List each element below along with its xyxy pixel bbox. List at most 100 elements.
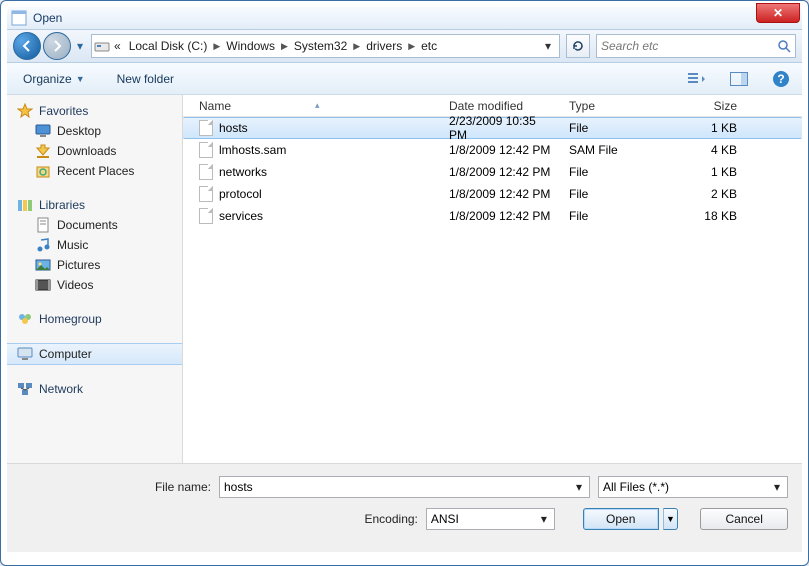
column-date[interactable]: Date modified	[443, 99, 563, 113]
open-button[interactable]: Open	[583, 508, 659, 530]
svg-text:?: ?	[777, 72, 784, 86]
desktop-icon	[35, 123, 51, 139]
file-type: File	[563, 165, 673, 179]
search-icon	[777, 39, 791, 53]
sidebar-item-pictures[interactable]: Pictures	[7, 255, 182, 275]
app-icon	[11, 10, 27, 26]
sidebar-item-network[interactable]: Network	[7, 379, 182, 399]
file-name: protocol	[219, 187, 262, 201]
file-row[interactable]: lmhosts.sam1/8/2009 12:42 PMSAM File4 KB	[183, 139, 802, 161]
organize-button[interactable]: Organize ▼	[17, 70, 91, 88]
sidebar-item-desktop[interactable]: Desktop	[7, 121, 182, 141]
file-icon	[199, 142, 213, 158]
refresh-button[interactable]	[566, 34, 590, 58]
file-size: 1 KB	[673, 165, 743, 179]
libraries-icon	[17, 197, 33, 213]
crumb-overflow[interactable]: «	[110, 35, 125, 57]
bottom-panel: File name: hosts ▾ All Files (*.*) ▾ Enc…	[7, 463, 802, 552]
sidebar-item-downloads[interactable]: Downloads	[7, 141, 182, 161]
drive-icon	[94, 38, 110, 54]
file-row[interactable]: networks1/8/2009 12:42 PMFile1 KB	[183, 161, 802, 183]
file-name: lmhosts.sam	[219, 143, 286, 157]
file-icon	[199, 164, 213, 180]
address-dropdown[interactable]: ▾	[539, 39, 557, 53]
music-icon	[35, 237, 51, 253]
chevron-right-icon[interactable]: ▶	[351, 41, 362, 52]
chevron-right-icon[interactable]: ▶	[211, 41, 222, 52]
breadcrumb[interactable]: etc	[417, 35, 441, 57]
sidebar-item-music[interactable]: Music	[7, 235, 182, 255]
column-type[interactable]: Type	[563, 99, 673, 113]
sidebar-item-videos[interactable]: Videos	[7, 275, 182, 295]
window-title: Open	[33, 11, 62, 25]
body: Favorites Desktop Downloads Recent Place…	[7, 95, 802, 463]
file-name: services	[219, 209, 263, 223]
file-size: 18 KB	[673, 209, 743, 223]
nav-history-dropdown[interactable]: ▾	[73, 36, 87, 56]
documents-icon	[35, 217, 51, 233]
encoding-combo[interactable]: ANSI ▾	[426, 508, 555, 530]
chevron-right-icon[interactable]: ▶	[279, 41, 290, 52]
column-name[interactable]: Name▴	[193, 99, 443, 113]
view-options-button[interactable]	[686, 68, 708, 90]
search-input[interactable]: Search etc	[596, 34, 796, 58]
chevron-down-icon: ▼	[666, 514, 675, 524]
chevron-down-icon[interactable]: ▾	[536, 512, 552, 526]
search-placeholder: Search etc	[601, 39, 658, 53]
help-button[interactable]: ?	[770, 68, 792, 90]
breadcrumb[interactable]: System32	[290, 35, 351, 57]
filename-input[interactable]: hosts ▾	[219, 476, 590, 498]
file-filter-combo[interactable]: All Files (*.*) ▾	[598, 476, 788, 498]
forward-button[interactable]	[43, 32, 71, 60]
back-button[interactable]	[13, 32, 41, 60]
sidebar-group-favorites[interactable]: Favorites	[7, 101, 182, 121]
file-type: File	[563, 121, 673, 135]
sort-asc-icon: ▴	[315, 100, 320, 111]
sidebar-item-recent[interactable]: Recent Places	[7, 161, 182, 181]
preview-pane-button[interactable]	[728, 68, 750, 90]
file-type: SAM File	[563, 143, 673, 157]
cancel-button[interactable]: Cancel	[700, 508, 788, 530]
titlebar: Open ✕	[7, 7, 802, 29]
refresh-icon	[571, 39, 585, 53]
column-size[interactable]: Size	[673, 99, 743, 113]
file-type: File	[563, 209, 673, 223]
file-icon	[199, 120, 213, 136]
chevron-down-icon[interactable]: ▾	[769, 480, 785, 494]
file-name: hosts	[219, 121, 248, 135]
chevron-right-icon[interactable]: ▶	[406, 41, 417, 52]
breadcrumb[interactable]: drivers	[362, 35, 406, 57]
filename-label: File name:	[21, 480, 211, 494]
recent-icon	[35, 163, 51, 179]
breadcrumb[interactable]: Windows	[222, 35, 279, 57]
file-type: File	[563, 187, 673, 201]
close-button[interactable]: ✕	[756, 3, 800, 23]
new-folder-button[interactable]: New folder	[111, 70, 180, 88]
file-date: 2/23/2009 10:35 PM	[443, 114, 563, 142]
file-row[interactable]: services 1/8/2009 12:42 PMFile18 KB	[183, 205, 802, 227]
toolbar: Organize ▼ New folder ?	[7, 63, 802, 95]
star-icon	[17, 103, 33, 119]
encoding-label: Encoding:	[21, 512, 418, 526]
downloads-icon	[35, 143, 51, 159]
sidebar-group-libraries[interactable]: Libraries	[7, 195, 182, 215]
file-row[interactable]: protocol1/8/2009 12:42 PMFile2 KB	[183, 183, 802, 205]
homegroup-icon	[17, 311, 33, 327]
file-size: 1 KB	[673, 121, 743, 135]
file-row[interactable]: hosts 2/23/2009 10:35 PMFile1 KB	[183, 117, 802, 139]
close-icon: ✕	[773, 6, 783, 20]
network-icon	[17, 381, 33, 397]
address-bar[interactable]: « Local Disk (C:)▶ Windows▶ System32▶ dr…	[91, 34, 560, 58]
breadcrumb[interactable]: Local Disk (C:)	[125, 35, 212, 57]
open-dialog: Open ✕ ▾ « Local Disk (C:)▶ Windows▶ Sys…	[0, 0, 809, 566]
file-date: 1/8/2009 12:42 PM	[443, 209, 563, 223]
file-size: 2 KB	[673, 187, 743, 201]
sidebar-item-computer[interactable]: Computer	[7, 343, 182, 365]
sidebar-item-documents[interactable]: Documents	[7, 215, 182, 235]
open-split-button[interactable]: ▼	[663, 508, 679, 530]
file-date: 1/8/2009 12:42 PM	[443, 143, 563, 157]
chevron-down-icon[interactable]: ▾	[571, 480, 587, 494]
file-name: networks	[219, 165, 267, 179]
sidebar-item-homegroup[interactable]: Homegroup	[7, 309, 182, 329]
file-icon	[199, 208, 213, 224]
